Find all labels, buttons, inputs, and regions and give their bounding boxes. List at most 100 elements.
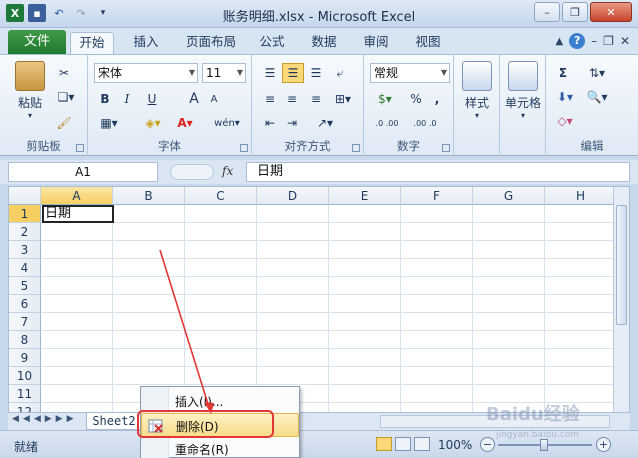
number-format-select[interactable]: 常规 ▼: [370, 63, 450, 83]
merge-center-icon[interactable]: ⊞▾: [330, 89, 356, 109]
cut-icon[interactable]: ✂: [54, 63, 74, 83]
tab-home[interactable]: 开始: [70, 32, 114, 54]
row-header-3[interactable]: 3: [9, 241, 41, 259]
bold-button[interactable]: B: [96, 89, 114, 109]
font-launcher-icon[interactable]: [240, 144, 248, 152]
clipboard-launcher-icon[interactable]: [76, 144, 84, 152]
percent-button[interactable]: %: [408, 89, 424, 109]
grow-font-button[interactable]: A: [186, 89, 202, 109]
column-header-d[interactable]: D: [257, 187, 329, 205]
zoom-slider-knob[interactable]: [540, 439, 548, 451]
group-font: 宋体 ▼ 11 ▼ B I U A A ▦▾ ◈▾ A▾ wén▾ 字体: [88, 55, 252, 156]
borders-icon[interactable]: ▦▾: [96, 113, 122, 133]
shrink-font-button[interactable]: A: [206, 89, 222, 109]
select-all-corner[interactable]: [9, 187, 41, 205]
sheet-tab-sheet2[interactable]: Sheet2: [86, 413, 142, 430]
tab-page-layout[interactable]: 页面布局: [180, 32, 242, 54]
align-middle-icon[interactable]: ☰: [282, 63, 304, 83]
tab-data[interactable]: 数据: [304, 32, 344, 54]
currency-icon[interactable]: $▾: [372, 89, 398, 109]
tab-view[interactable]: 视图: [408, 32, 448, 54]
sheet-nav-arrows[interactable]: ◀◀◀▶▶▶: [12, 414, 78, 424]
normal-view-icon[interactable]: [376, 437, 392, 451]
vertical-scrollbar[interactable]: [613, 187, 629, 413]
column-header-g[interactable]: G: [473, 187, 545, 205]
zoom-out-button[interactable]: −: [480, 437, 495, 452]
insert-function-button[interactable]: fx: [222, 164, 233, 178]
align-bottom-icon[interactable]: ☰: [306, 63, 326, 83]
row-header-10[interactable]: 10: [9, 367, 41, 385]
copy-icon[interactable]: ❏▾: [54, 87, 78, 107]
sort-filter-icon[interactable]: ⇅▾: [582, 63, 612, 83]
tab-formulas[interactable]: 公式: [252, 32, 292, 54]
help-icon[interactable]: ?: [569, 33, 586, 49]
format-painter-icon[interactable]: 🖌: [54, 113, 74, 133]
formula-input[interactable]: 日期: [246, 162, 630, 182]
minimize-button[interactable]: –: [534, 2, 560, 22]
row-header-11[interactable]: 11: [9, 385, 41, 403]
collapse-ribbon-icon[interactable]: ▲: [555, 36, 563, 47]
row-header-9[interactable]: 9: [9, 349, 41, 367]
decrease-decimal-button[interactable]: .00 .0: [408, 113, 442, 133]
increase-indent-icon[interactable]: ⇥: [282, 113, 302, 133]
row-header-4[interactable]: 4: [9, 259, 41, 277]
row-header-7[interactable]: 7: [9, 313, 41, 331]
orientation-icon[interactable]: ↗▾: [312, 113, 338, 133]
increase-decimal-button[interactable]: .0 .00: [370, 113, 404, 133]
tab-insert[interactable]: 插入: [124, 32, 168, 54]
align-right-icon[interactable]: ≡: [306, 89, 326, 109]
minimize-workbook-icon[interactable]: –: [591, 34, 597, 48]
row-header-6[interactable]: 6: [9, 295, 41, 313]
column-header-h[interactable]: H: [545, 187, 617, 205]
row-header-1[interactable]: 1: [9, 205, 41, 223]
row-header-5[interactable]: 5: [9, 277, 41, 295]
align-center-icon[interactable]: ≡: [282, 89, 302, 109]
alignment-launcher-icon[interactable]: [352, 144, 360, 152]
paste-button[interactable]: 粘贴 ▾: [8, 61, 52, 120]
tab-review[interactable]: 审阅: [356, 32, 396, 54]
find-select-icon[interactable]: 🔍▾: [582, 87, 612, 107]
comma-button[interactable]: ,: [430, 89, 444, 109]
group-clipboard: 粘贴 ▾ ✂ ❏▾ 🖌 剪贴板: [0, 55, 88, 156]
fill-color-icon[interactable]: ◈▾: [140, 113, 166, 133]
decrease-indent-icon[interactable]: ⇤: [260, 113, 280, 133]
vertical-scroll-thumb[interactable]: [616, 205, 627, 325]
align-left-icon[interactable]: ≡: [260, 89, 280, 109]
name-box[interactable]: A1: [8, 162, 158, 182]
column-header-b[interactable]: B: [113, 187, 185, 205]
column-header-e[interactable]: E: [329, 187, 401, 205]
wrap-text-icon[interactable]: ⤶: [330, 63, 350, 83]
formula-splitter[interactable]: [170, 164, 214, 180]
restore-workbook-icon[interactable]: ❐: [603, 34, 614, 48]
row-header-8[interactable]: 8: [9, 331, 41, 349]
font-name-select[interactable]: 宋体 ▼: [94, 63, 198, 83]
font-size-select[interactable]: 11 ▼: [202, 63, 246, 83]
annotation-highlight-ring: [137, 410, 274, 438]
cell-a1[interactable]: 日期: [42, 205, 114, 223]
font-color-icon[interactable]: A▾: [172, 113, 198, 133]
worksheet-grid[interactable]: ABCDEFGH 1 2 3 4 5 6 7 8 9 10 11 12 日期: [8, 186, 630, 414]
align-top-icon[interactable]: ☰: [260, 63, 280, 83]
column-header-f[interactable]: F: [401, 187, 473, 205]
column-header-c[interactable]: C: [185, 187, 257, 205]
close-button[interactable]: ✕: [590, 2, 632, 22]
menu-item-rename[interactable]: 重命名(R): [141, 437, 299, 458]
zoom-in-button[interactable]: +: [596, 437, 611, 452]
italic-button[interactable]: I: [118, 89, 136, 109]
column-header-a[interactable]: A: [41, 187, 113, 205]
page-break-view-icon[interactable]: [414, 437, 430, 451]
fill-icon[interactable]: ⬇▾: [552, 87, 578, 107]
clear-icon[interactable]: ◇▾: [552, 111, 578, 131]
page-layout-view-icon[interactable]: [395, 437, 411, 451]
phonetic-icon[interactable]: wén▾: [214, 113, 240, 133]
underline-button[interactable]: U: [140, 89, 164, 109]
restore-button[interactable]: ❐: [562, 2, 588, 22]
zoom-level[interactable]: 100%: [438, 438, 472, 452]
styles-button[interactable]: 样式 ▾: [458, 61, 496, 120]
autosum-button[interactable]: Σ: [552, 63, 574, 83]
number-launcher-icon[interactable]: [442, 144, 450, 152]
cells-button[interactable]: 单元格 ▾: [500, 61, 546, 120]
tab-file[interactable]: 文件: [8, 30, 66, 54]
row-header-2[interactable]: 2: [9, 223, 41, 241]
close-workbook-icon[interactable]: ✕: [620, 34, 630, 48]
